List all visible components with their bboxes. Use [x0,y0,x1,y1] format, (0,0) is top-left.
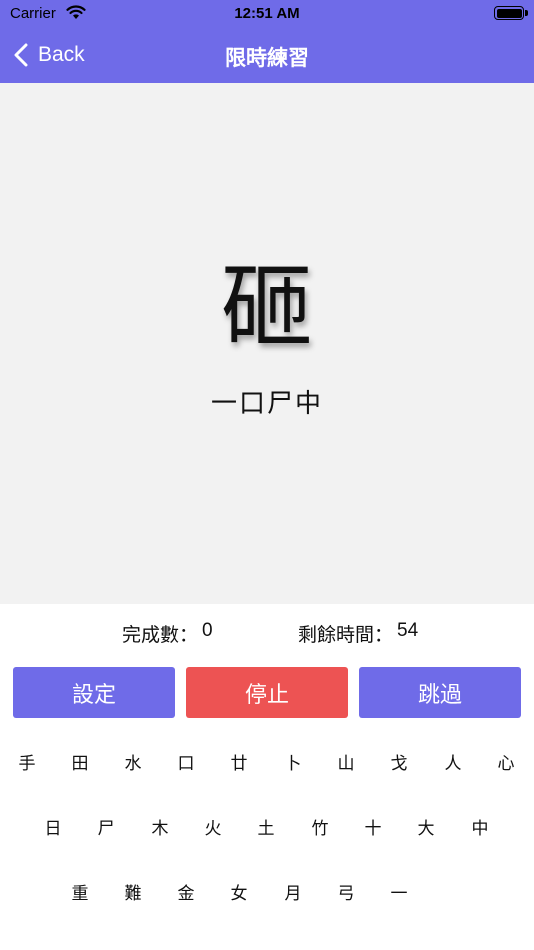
remaining-time: 剩餘時間： 54 [298,620,418,648]
key-row2[interactable]: 十 [353,806,393,846]
practice-character: 砸 [220,254,313,361]
key-row1[interactable]: 人 [433,741,473,781]
key-row3[interactable]: 金 [166,871,206,911]
nav-bar: Back 限時練習 [0,28,534,83]
page-title: 限時練習 [225,46,309,70]
stop-button[interactable]: 停止 [186,667,348,718]
remaining-value: 54 [397,620,419,641]
completed-label: 完成數： [122,624,199,646]
key-row2[interactable]: 大 [406,806,446,846]
key-row1[interactable]: 山 [326,741,366,781]
key-row1[interactable]: 心 [486,741,526,781]
key-row1[interactable]: 田 [60,741,100,781]
key-row2[interactable]: 竹 [300,806,340,846]
key-row1[interactable]: 水 [113,741,153,781]
completed-count: 完成數： 0 [122,620,213,648]
key-row2[interactable]: 木 [140,806,180,846]
battery-icon [494,6,528,20]
status-time: 12:51 AM [234,5,300,22]
key-row2[interactable]: 尸 [86,806,126,846]
key-row1[interactable]: 戈 [379,741,419,781]
settings-button[interactable]: 設定 [13,667,175,718]
key-row2[interactable]: 土 [246,806,286,846]
key-row1[interactable]: 手 [7,741,47,781]
key-row3[interactable]: 難 [113,871,153,911]
key-row2[interactable]: 火 [193,806,233,846]
key-row3[interactable]: 月 [273,871,313,911]
character-code: 一口尸中 [210,389,323,419]
status-bar: Carrier 12:51 AM [0,0,534,28]
key-row3[interactable]: 弓 [326,871,366,911]
key-row3[interactable]: 一 [379,871,419,911]
key-row3[interactable]: 女 [219,871,259,911]
character-display: 砸 一口尸中 [0,83,534,604]
key-row2[interactable]: 中 [460,806,500,846]
key-row1[interactable]: 卜 [273,741,313,781]
key-row2[interactable]: 日 [33,806,73,846]
remaining-label: 剩餘時間： [298,624,394,646]
skip-button[interactable]: 跳過 [359,667,521,718]
key-row3[interactable]: 重 [60,871,100,911]
key-row1[interactable]: 口 [166,741,206,781]
key-row1[interactable]: 廿 [219,741,259,781]
completed-value: 0 [202,620,213,641]
